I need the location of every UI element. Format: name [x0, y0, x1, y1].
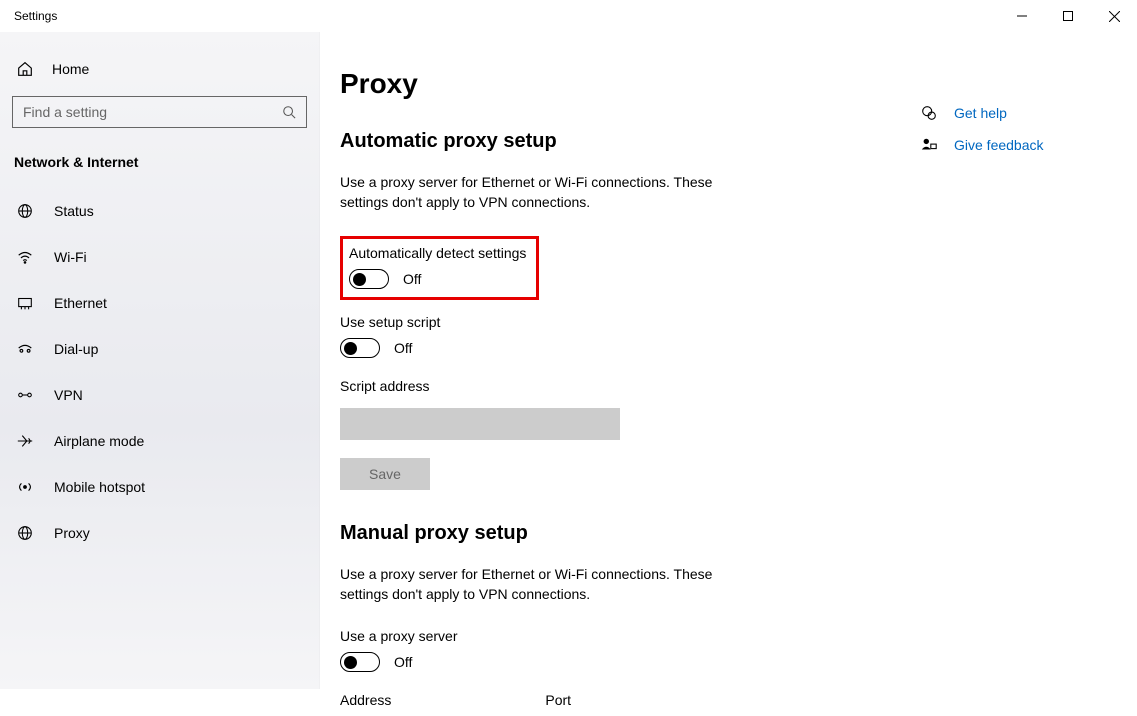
- sidebar-category: Network & Internet: [0, 154, 319, 188]
- sidebar-item-label: Status: [54, 203, 94, 219]
- section-automatic-desc: Use a proxy server for Ethernet or Wi-Fi…: [340, 173, 760, 212]
- minimize-button[interactable]: [999, 0, 1045, 32]
- sidebar-home[interactable]: Home: [0, 60, 319, 96]
- hotspot-icon: [16, 478, 34, 496]
- save-button[interactable]: Save: [340, 458, 430, 490]
- auto-detect-toggle[interactable]: [349, 269, 389, 289]
- give-feedback-text[interactable]: Give feedback: [954, 137, 1044, 153]
- auto-detect-label: Automatically detect settings: [349, 245, 526, 261]
- section-automatic-heading: Automatic proxy setup: [340, 130, 860, 153]
- vpn-icon: [16, 386, 34, 404]
- setup-script-state: Off: [394, 340, 412, 356]
- wifi-icon: [16, 248, 34, 266]
- get-help-text[interactable]: Get help: [954, 105, 1007, 121]
- airplane-icon: [16, 432, 34, 450]
- use-proxy-label: Use a proxy server: [340, 628, 860, 644]
- sidebar-item-status[interactable]: Status: [0, 188, 319, 234]
- search-input[interactable]: [13, 97, 272, 127]
- sidebar-item-hotspot[interactable]: Mobile hotspot: [0, 464, 319, 510]
- auto-detect-state: Off: [403, 271, 421, 287]
- use-proxy-state: Off: [394, 654, 412, 670]
- close-button[interactable]: [1091, 0, 1137, 32]
- sidebar-item-label: Mobile hotspot: [54, 479, 145, 495]
- feedback-icon: [920, 136, 938, 154]
- sidebar-item-label: Airplane mode: [54, 433, 144, 449]
- globe-icon: [16, 202, 34, 220]
- proxy-icon: [16, 524, 34, 542]
- sidebar: Home Network & Internet Status: [0, 32, 320, 689]
- sidebar-item-wifi[interactable]: Wi-Fi: [0, 234, 319, 280]
- setup-script-toggle[interactable]: [340, 338, 380, 358]
- search-icon: [272, 105, 306, 119]
- main-content: Proxy Automatic proxy setup Use a proxy …: [340, 68, 860, 689]
- sidebar-item-label: Proxy: [54, 525, 90, 541]
- page-title: Proxy: [340, 68, 860, 100]
- sidebar-item-dialup[interactable]: Dial-up: [0, 326, 319, 372]
- sidebar-item-label: Dial-up: [54, 341, 98, 357]
- window-controls: [999, 0, 1137, 32]
- script-address-input[interactable]: [340, 408, 620, 440]
- sidebar-item-proxy[interactable]: Proxy: [0, 510, 319, 556]
- window-title: Settings: [14, 9, 57, 23]
- manual-address-label: Address: [340, 692, 391, 708]
- help-icon: [920, 104, 938, 122]
- dialup-icon: [16, 340, 34, 358]
- section-manual-heading: Manual proxy setup: [340, 522, 860, 545]
- section-manual-desc: Use a proxy server for Ethernet or Wi-Fi…: [340, 565, 760, 604]
- sidebar-item-airplane[interactable]: Airplane mode: [0, 418, 319, 464]
- side-panel: Get help Give feedback: [920, 68, 1097, 689]
- search-box[interactable]: [12, 96, 307, 128]
- setup-script-label: Use setup script: [340, 314, 860, 330]
- sidebar-item-vpn[interactable]: VPN: [0, 372, 319, 418]
- maximize-button[interactable]: [1045, 0, 1091, 32]
- highlight-box: Automatically detect settings Off: [340, 236, 539, 300]
- sidebar-item-label: Wi-Fi: [54, 249, 87, 265]
- manual-port-label: Port: [545, 692, 571, 708]
- titlebar: Settings: [0, 0, 1137, 32]
- give-feedback-link[interactable]: Give feedback: [920, 136, 1097, 154]
- get-help-link[interactable]: Get help: [920, 104, 1097, 122]
- sidebar-item-ethernet[interactable]: Ethernet: [0, 280, 319, 326]
- use-proxy-toggle[interactable]: [340, 652, 380, 672]
- sidebar-item-label: VPN: [54, 387, 83, 403]
- sidebar-home-label: Home: [52, 61, 89, 77]
- sidebar-item-label: Ethernet: [54, 295, 107, 311]
- home-icon: [16, 60, 34, 78]
- ethernet-icon: [16, 294, 34, 312]
- script-address-label: Script address: [340, 378, 860, 394]
